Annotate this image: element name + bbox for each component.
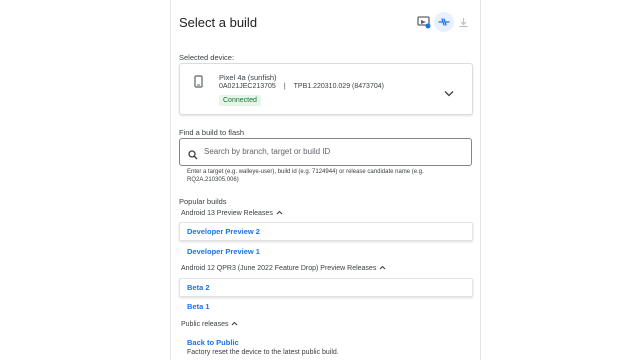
device-name: Pixel 4a (sunfish) bbox=[219, 73, 277, 82]
build-selector-panel: Select a build Selected device: Pixel 4a… bbox=[170, 0, 481, 360]
build-link-back-to-public[interactable]: Back to Public bbox=[187, 338, 239, 347]
search-hint: Enter a target (e.g. walleye-user), buil… bbox=[187, 169, 424, 183]
search-icon bbox=[188, 147, 198, 165]
group-header-android-13[interactable]: Android 13 Preview Releases bbox=[181, 210, 283, 217]
build-link-developer-preview-2[interactable]: Developer Preview 2 bbox=[187, 227, 260, 236]
build-link-beta-2[interactable]: Beta 2 bbox=[187, 283, 210, 292]
popular-builds-label: Popular builds bbox=[179, 197, 227, 206]
chevron-up-icon bbox=[276, 210, 283, 217]
build-description: Factory reset the device to the latest p… bbox=[187, 349, 339, 356]
selected-device-label: Selected device: bbox=[179, 53, 235, 62]
device-card[interactable]: Pixel 4a (sunfish) 0A021JEC213705 | TPB1.2… bbox=[179, 63, 473, 115]
build-link-beta-1[interactable]: Beta 1 bbox=[187, 302, 210, 311]
chevron-down-icon[interactable] bbox=[444, 84, 454, 102]
chevron-up-icon bbox=[379, 265, 386, 272]
search-input[interactable] bbox=[204, 139, 464, 163]
download-icon[interactable] bbox=[454, 13, 472, 31]
device-serial: 0A021JEC213705 bbox=[219, 83, 276, 90]
phone-icon bbox=[194, 75, 203, 93]
page-title: Select a build bbox=[179, 15, 258, 30]
connection-active-icon[interactable] bbox=[434, 12, 454, 32]
device-build: TPB1.220310.029 (8473704) bbox=[293, 83, 384, 90]
group-header-public-releases[interactable]: Public releases bbox=[181, 321, 238, 328]
group-title: Android 13 Preview Releases bbox=[181, 210, 273, 217]
build-link-developer-preview-1[interactable]: Developer Preview 1 bbox=[187, 247, 260, 256]
group-header-android-12-qpr3[interactable]: Android 12 QPR3 (June 2022 Feature Drop)… bbox=[181, 265, 386, 272]
build-card-beta-2[interactable] bbox=[179, 278, 473, 297]
device-screenshot-icon[interactable] bbox=[415, 13, 433, 31]
search-field[interactable] bbox=[179, 138, 472, 166]
device-identifiers: 0A021JEC213705 | TPB1.220310.029 (8473704) bbox=[219, 83, 384, 90]
find-build-label: Find a build to flash bbox=[179, 128, 245, 137]
status-badge: Connected bbox=[219, 95, 261, 106]
group-title: Public releases bbox=[181, 321, 229, 328]
group-title: Android 12 QPR3 (June 2022 Feature Drop)… bbox=[181, 265, 377, 272]
id-separator: | bbox=[283, 83, 286, 90]
chevron-up-icon bbox=[231, 321, 238, 328]
